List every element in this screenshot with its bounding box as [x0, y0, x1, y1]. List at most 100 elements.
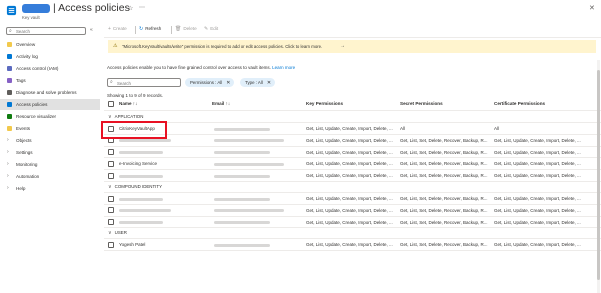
highlight-box: [101, 121, 167, 139]
row-checkbox[interactable]: [108, 172, 114, 179]
collapse-sidebar-icon[interactable]: «: [90, 27, 93, 33]
sidebar-item-access-control-iam[interactable]: Access control (IAM): [0, 63, 100, 74]
cell-certificate-permissions: Get, List, Update, Create, Import, Delet…: [494, 137, 581, 143]
chevron-right-icon[interactable]: ›: [7, 185, 9, 191]
column-header-name[interactable]: Name ↑↓: [119, 101, 137, 106]
refresh-button[interactable]: ↻ Refresh: [139, 26, 161, 32]
row-checkbox[interactable]: [108, 219, 114, 226]
chevron-right-icon[interactable]: ›: [7, 149, 9, 155]
sidebar-item-label: Resource visualizer: [16, 114, 57, 119]
group-header[interactable]: ∨ USER: [108, 230, 127, 236]
chevron-right-icon[interactable]: ›: [7, 137, 9, 143]
divider: [104, 110, 601, 111]
sidebar-item-tags[interactable]: Tags: [0, 75, 100, 86]
redacted-text: [214, 209, 284, 213]
scrollbar-thumb[interactable]: [597, 70, 600, 280]
sidebar-search-input[interactable]: [16, 28, 84, 34]
chevron-right-icon[interactable]: ›: [7, 161, 9, 167]
sidebar-item-objects[interactable]: › Objects: [0, 135, 100, 146]
column-header-email[interactable]: Email ↑↓: [212, 101, 230, 106]
sidebar-item-overview[interactable]: Overview: [0, 39, 100, 50]
row-checkbox[interactable]: [108, 207, 114, 214]
cell-name[interactable]: Yogesh Patel: [119, 242, 205, 247]
column-header-certificate-permissions: Certificate Permissions: [494, 101, 546, 106]
plus-icon: +: [108, 26, 111, 32]
sidebar-item-diagnose-and-solve-problems[interactable]: Diagnose and solve problems: [0, 87, 100, 98]
redacted-text: [214, 243, 270, 247]
search-icon: ⌕: [9, 28, 12, 34]
create-button[interactable]: + Create: [108, 26, 127, 32]
cell-secret-permissions: Get, List, Set, Delete, Recover, Backup,…: [400, 207, 488, 213]
divider: [104, 203, 601, 205]
group-header[interactable]: ∨ APPLICATION: [108, 114, 143, 120]
page-title: | Access policies: [53, 2, 130, 14]
cell-certificate-permissions: Get, List, Update, Create, Import, Delet…: [494, 173, 581, 179]
redacted-text: [214, 139, 284, 143]
vertical-scrollbar[interactable]: [597, 60, 600, 293]
refresh-icon: ↻: [139, 26, 144, 32]
sidebar-item-events[interactable]: Events: [0, 123, 100, 134]
iam-icon: [7, 66, 12, 71]
divider: [104, 192, 601, 193]
sidebar-item-label: Diagnose and solve problems: [16, 90, 77, 95]
redacted-text: [214, 127, 270, 131]
close-icon[interactable]: ✕: [589, 4, 595, 12]
ellipsis-icon[interactable]: ⋯: [139, 4, 145, 11]
cell-key-permissions: Get, List, Update, Create, Import, Delet…: [306, 161, 393, 167]
edit-button[interactable]: ✎ Edit: [204, 26, 218, 32]
group-header[interactable]: ∨ COMPOUND IDENTITY: [108, 184, 162, 190]
group-label: USER: [114, 230, 127, 236]
info-text: Access policies enable you to have fine …: [107, 65, 296, 70]
column-header-key-permissions: Key Permissions: [306, 101, 344, 106]
cell-key-permissions: Get, List, Update, Create, Import, Delet…: [306, 126, 393, 131]
sidebar-item-help[interactable]: › Help: [0, 183, 100, 194]
cell-key-permissions: Get, List, Update, Create, Import, Delet…: [306, 137, 393, 143]
sidebar-item-automation[interactable]: › Automation: [0, 171, 100, 182]
star-icon[interactable]: ☆: [128, 5, 133, 12]
tag-icon: [7, 78, 12, 83]
sidebar-item-label: Monitoring: [16, 162, 38, 167]
sidebar-item-settings[interactable]: › Settings: [0, 147, 100, 158]
sidebar-item-label: Overview: [16, 42, 36, 47]
divider: [104, 238, 601, 240]
row-checkbox[interactable]: [108, 149, 114, 156]
cell-certificate-permissions: All: [494, 126, 500, 131]
sidebar-item-label: Events: [16, 126, 31, 131]
type-filter-pill[interactable]: Type : All ✕: [240, 78, 276, 87]
policy-search[interactable]: ⌕: [107, 78, 181, 87]
sidebar-item-label: Help: [16, 186, 26, 191]
sidebar-item-monitoring[interactable]: › Monitoring: [0, 159, 100, 170]
sidebar-item-access-policies[interactable]: Access policies: [0, 99, 100, 110]
divider: [104, 169, 601, 171]
policy-search-input[interactable]: [117, 80, 179, 86]
row-checkbox[interactable]: [108, 160, 114, 167]
chevron-right-icon[interactable]: ›: [7, 173, 9, 179]
permissions-filter-pill[interactable]: Permissions : All ✕: [185, 78, 235, 87]
sidebar-item-resource-visualizer[interactable]: Resource visualizer: [0, 111, 100, 122]
overview-icon: [7, 42, 12, 47]
divider: [104, 227, 601, 229]
row-checkbox[interactable]: [108, 195, 114, 202]
warning-text: "Microsoft.KeyVault/vaults/write" permis…: [122, 44, 323, 49]
row-checkbox[interactable]: [108, 241, 114, 248]
chevron-down-icon[interactable]: ∨: [108, 114, 112, 120]
arrow-right-icon: →: [340, 43, 345, 49]
key-vault-icon: [6, 5, 17, 16]
divider: [104, 181, 601, 182]
learn-more-link[interactable]: Learn more: [272, 65, 295, 70]
cell-name[interactable]: e-Invoicing Service: [119, 161, 205, 166]
sidebar-item-activity-log[interactable]: Activity log: [0, 51, 100, 62]
chevron-down-icon[interactable]: ∨: [108, 230, 112, 236]
chevron-down-icon[interactable]: ∨: [108, 184, 112, 190]
redacted-text: [214, 151, 270, 155]
sidebar-search[interactable]: ⌕: [6, 27, 86, 35]
close-icon[interactable]: ✕: [267, 80, 271, 86]
sidebar-item-label: Access policies: [16, 102, 48, 107]
cell-key-permissions: Get, List, Update, Create, Import, Delet…: [306, 242, 393, 248]
permission-warning-banner[interactable]: ⚠ "Microsoft.KeyVault/vaults/write" perm…: [108, 40, 596, 53]
close-icon[interactable]: ✕: [226, 80, 230, 86]
cell-certificate-permissions: Get, List, Update, Create, Import, Delet…: [494, 207, 581, 213]
delete-button[interactable]: 🗑 Delete: [175, 26, 197, 32]
redacted-text: [214, 197, 270, 201]
select-all-checkbox[interactable]: [108, 101, 114, 107]
